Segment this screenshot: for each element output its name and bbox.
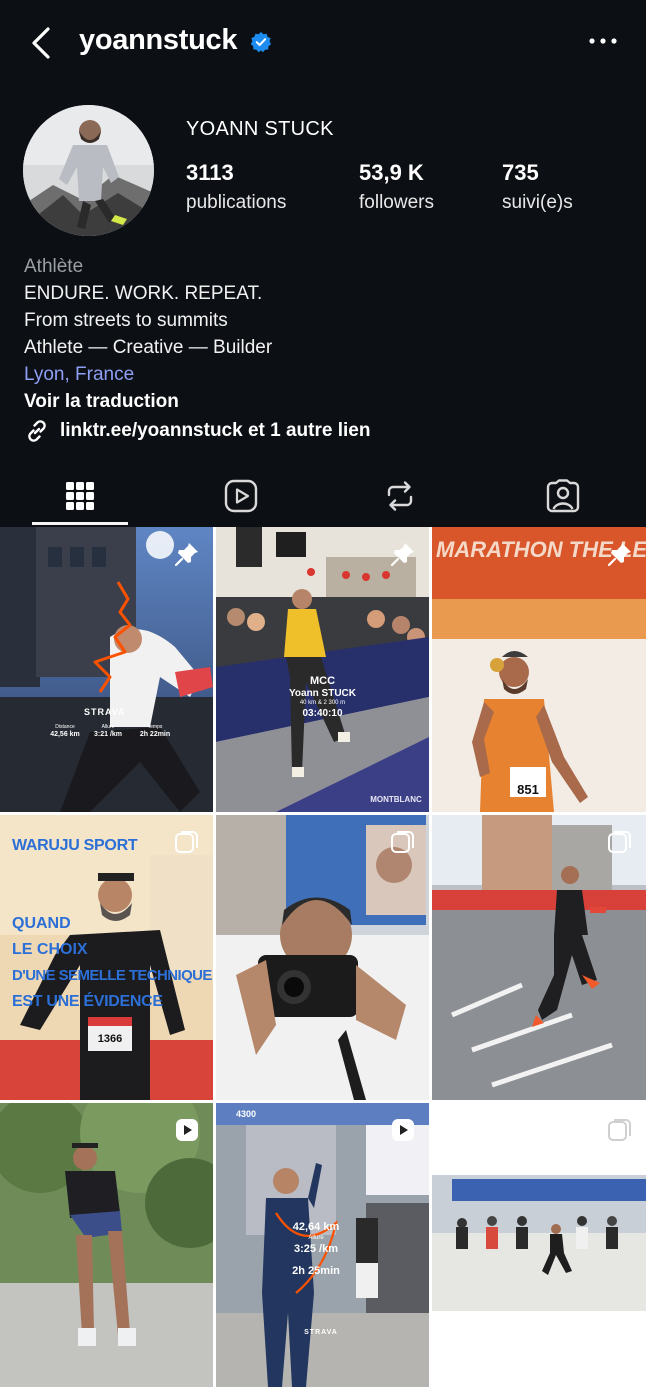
- profile-bio: Athlète ENDURE. WORK. REPEAT. From stree…: [24, 253, 624, 444]
- bio-location-link[interactable]: Lyon, France: [24, 361, 624, 388]
- pace-value: 3:21 /km: [93, 731, 123, 738]
- carousel-icon: [608, 831, 631, 853]
- following-count: 735: [502, 160, 539, 185]
- post-5-photo: [216, 815, 429, 1100]
- bib-number: 851: [517, 782, 539, 797]
- billboard-text: 4300: [236, 1109, 257, 1119]
- followers-label: followers: [359, 192, 434, 213]
- post-tile-4[interactable]: WARUJU SPORT QUAND LE CHOIX D'UNE SEMELL…: [0, 815, 213, 1100]
- tab-tagged[interactable]: [515, 466, 611, 526]
- race-name: MCC: [309, 675, 336, 687]
- bio-category: Athlète: [24, 256, 84, 277]
- posts-grid: STRAVA Distance 42,56 km Allure 3:21 /km…: [0, 527, 646, 1387]
- post-tile-1[interactable]: STRAVA Distance 42,56 km Allure 3:21 /km…: [0, 527, 213, 812]
- post-7-photo: [0, 1103, 213, 1387]
- headline-line-3: D'UNE SEMELLE TECHNIQUE: [12, 967, 212, 984]
- strava-logo: STRAVA: [304, 1329, 338, 1336]
- bio-external-link[interactable]: linktr.ee/yoannstuck et 1 autre lien: [24, 417, 624, 444]
- see-translation-link[interactable]: Voir la traduction: [24, 388, 624, 415]
- time-value: 2h 22min: [139, 731, 171, 738]
- profile-full-name: YOANN STUCK: [186, 118, 334, 140]
- activity-pace: 3:25 /km: [293, 1243, 339, 1255]
- followers-stat[interactable]: 53,9 K followers: [359, 160, 434, 214]
- bio-link-text: linktr.ee/yoannstuck et 1 autre lien: [60, 420, 371, 441]
- profile-username: yoannstuck: [79, 24, 238, 56]
- followers-count: 53,9 K: [359, 160, 424, 185]
- post-2-photo: [216, 527, 429, 812]
- reel-icon: [176, 1119, 198, 1141]
- time-label: Temps: [147, 724, 163, 730]
- pin-icon: [174, 543, 198, 567]
- tagged-icon: [546, 479, 580, 513]
- post-tile-8[interactable]: 4300 42,64 km Allure 3:25 /km 2h 25min S…: [216, 1103, 429, 1387]
- race-details: 40 km & 2 300 m: [299, 700, 346, 706]
- event-banner: MARATHON THE LEGEND: [436, 537, 646, 562]
- post-1-photo: [0, 527, 213, 812]
- reel-icon: [392, 1119, 414, 1141]
- posts-stat[interactable]: 3113 publications: [186, 160, 286, 214]
- headline-line-2: LE CHOIX: [12, 941, 88, 958]
- tab-reposts[interactable]: [352, 466, 448, 526]
- tab-posts-grid[interactable]: [32, 466, 128, 526]
- strava-logo: STRAVA: [84, 707, 126, 717]
- post-tile-5[interactable]: [216, 815, 429, 1100]
- post-tile-9[interactable]: [432, 1103, 646, 1387]
- more-options-icon[interactable]: [588, 30, 618, 52]
- banner-text: MONTBLANC: [370, 795, 422, 804]
- runner-name: Yoann STUCK: [288, 688, 357, 699]
- finish-time: 03:40:10: [302, 708, 343, 719]
- reels-icon: [224, 479, 258, 513]
- post-9-photo: [432, 1103, 646, 1387]
- posts-label: publications: [186, 192, 287, 213]
- activity-distance: 42,64 km: [292, 1221, 340, 1233]
- brand-name: WARUJU SPORT: [12, 837, 138, 854]
- bio-line-2: From streets to summits: [24, 310, 228, 331]
- carousel-icon: [175, 831, 198, 853]
- post-tile-7[interactable]: [0, 1103, 213, 1387]
- grid-icon: [66, 482, 94, 510]
- following-stat[interactable]: 735 suivi(e)s: [502, 160, 573, 214]
- activity-time: 2h 25min: [292, 1265, 340, 1277]
- back-arrow-icon[interactable]: [26, 26, 56, 60]
- reposts-icon: [387, 481, 413, 511]
- tab-reels[interactable]: [193, 466, 289, 526]
- bio-line-1: ENDURE. WORK. REPEAT.: [24, 283, 263, 304]
- headline-line-1: QUAND: [12, 915, 71, 932]
- distance-label: Distance: [55, 724, 75, 730]
- pace-label: Allure: [101, 724, 115, 730]
- pace-label: Allure: [308, 1235, 324, 1241]
- bib-number: 1366: [97, 1033, 123, 1045]
- post-6-photo: [432, 815, 646, 1100]
- carousel-icon: [608, 1119, 631, 1141]
- link-icon: [28, 419, 46, 442]
- distance-value: 42,56 km: [50, 731, 80, 738]
- profile-tabs: [0, 466, 646, 526]
- avatar-photo: [23, 105, 154, 236]
- headline-line-4: EST UNE ÉVIDENCE: [12, 993, 163, 1010]
- pin-icon: [390, 543, 414, 567]
- verified-badge-icon: [250, 32, 271, 53]
- pin-icon: [607, 543, 631, 567]
- posts-count: 3113: [186, 160, 234, 185]
- following-label: suivi(e)s: [502, 192, 573, 213]
- profile-avatar[interactable]: [23, 105, 154, 236]
- top-bar: yoannstuck: [0, 0, 646, 86]
- post-tile-3[interactable]: MARATHON THE LEGEND 851: [432, 527, 646, 812]
- post-3-photo: [432, 527, 646, 812]
- carousel-icon: [391, 831, 414, 853]
- active-tab-indicator: [32, 522, 128, 525]
- bio-line-3: Athlete — Creative — Builder: [24, 337, 273, 358]
- post-tile-6[interactable]: [432, 815, 646, 1100]
- post-tile-2[interactable]: MCC Yoann STUCK 40 km & 2 300 m 03:40:10…: [216, 527, 429, 812]
